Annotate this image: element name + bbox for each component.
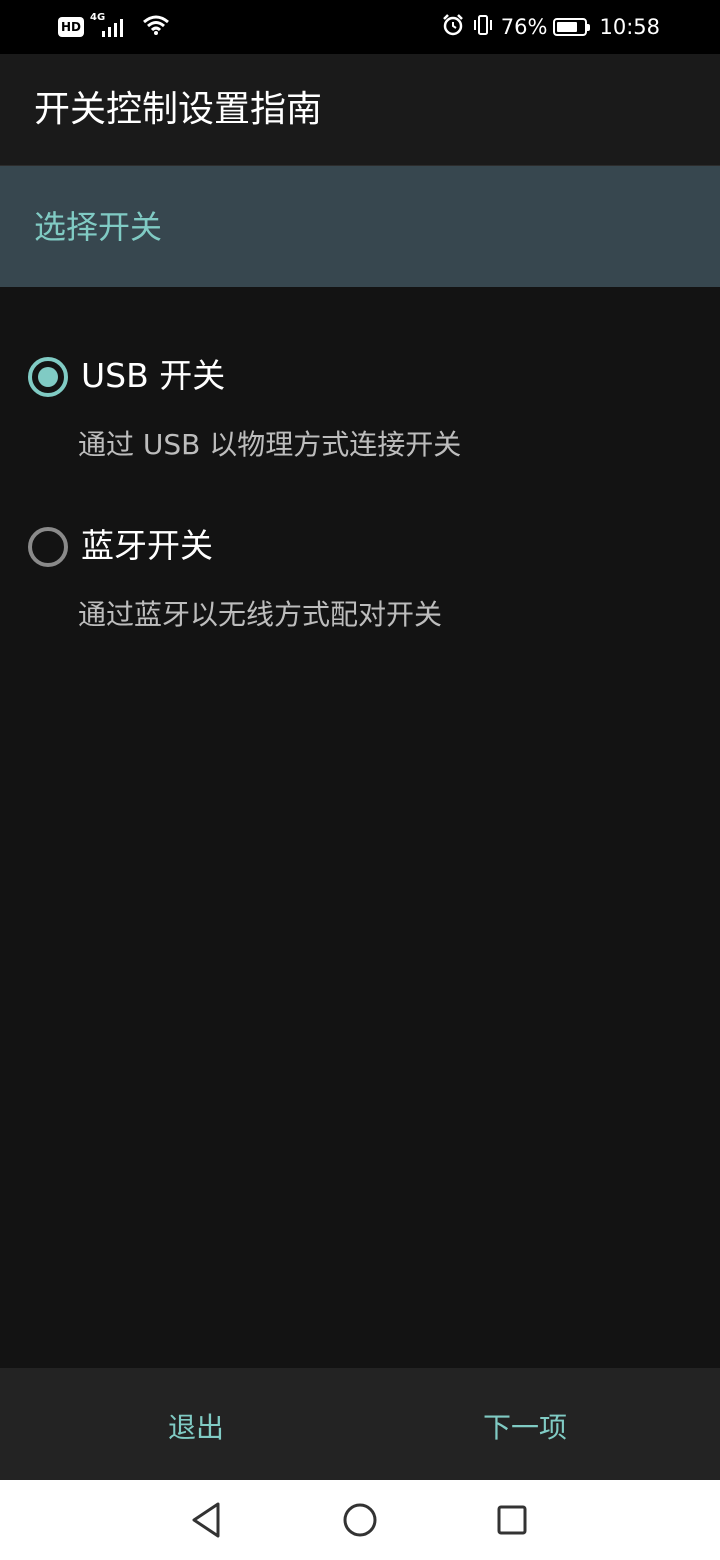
next-button[interactable]: 下一项: [344, 1368, 704, 1480]
battery-icon: [553, 18, 591, 36]
clock: 10:58: [599, 15, 660, 39]
option-usb-label: USB 开关: [81, 356, 226, 395]
section-header: 选择开关: [0, 166, 720, 287]
radio-usb-switch[interactable]: [28, 357, 68, 397]
app-bar: 开关控制设置指南: [0, 54, 720, 166]
option-bluetooth-switch[interactable]: 蓝牙开关 通过蓝牙以无线方式配对开关: [0, 500, 720, 650]
navigation-bar: [0, 1480, 720, 1560]
page-title: 开关控制设置指南: [34, 89, 323, 130]
home-circle-icon[interactable]: [338, 1498, 382, 1542]
status-bar: HD 4G 76% 10:58: [0, 0, 720, 54]
recent-square-icon[interactable]: [490, 1498, 534, 1542]
network-type: 4G: [90, 12, 106, 23]
status-left: HD 4G: [58, 12, 170, 42]
battery-percent: 76%: [500, 15, 548, 39]
section-title: 选择开关: [34, 208, 163, 246]
alarm-icon: [441, 13, 465, 42]
signal-icon: 4G: [90, 12, 136, 38]
option-usb-description: 通过 USB 以物理方式连接开关: [78, 428, 462, 461]
vibrate-icon: [471, 13, 495, 42]
option-bluetooth-label: 蓝牙开关: [81, 526, 213, 565]
button-bar: 退出 下一项: [0, 1368, 720, 1480]
radio-bluetooth-switch[interactable]: [28, 527, 68, 567]
back-triangle-icon[interactable]: [184, 1498, 228, 1542]
option-usb-switch[interactable]: USB 开关 通过 USB 以物理方式连接开关: [0, 330, 720, 480]
hd-icon: HD: [58, 17, 85, 37]
wifi-icon: [142, 14, 170, 40]
next-button-label: 下一项: [483, 1411, 568, 1444]
exit-button[interactable]: 退出: [14, 1368, 374, 1480]
exit-button-label: 退出: [168, 1411, 225, 1444]
status-right: 76% 10:58: [441, 12, 660, 42]
battery-fill: [557, 22, 578, 32]
option-bluetooth-description: 通过蓝牙以无线方式配对开关: [78, 598, 443, 631]
